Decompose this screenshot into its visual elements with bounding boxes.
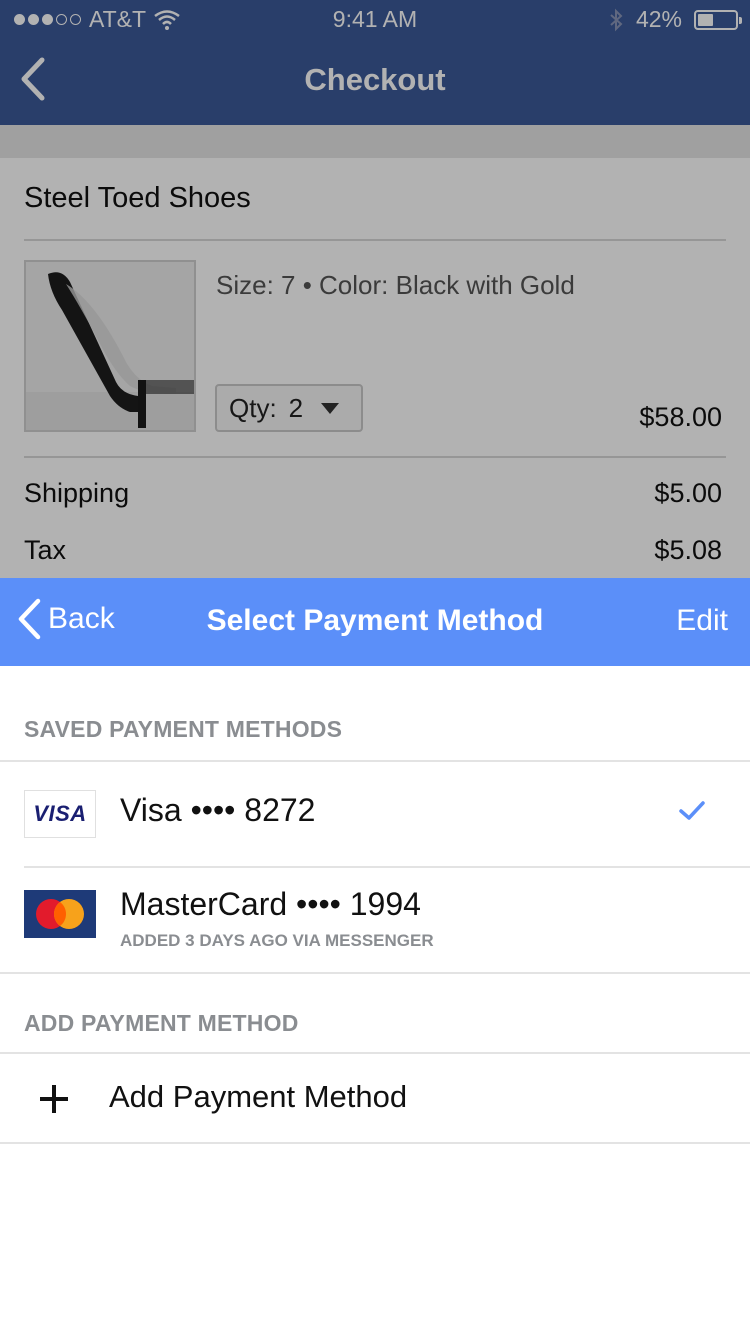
payment-title: Select Payment Method (206, 604, 544, 637)
visa-logo-text: VISA (33, 801, 87, 826)
payment-sheet: Back Select Payment Method Edit SAVED PA… (0, 578, 750, 1334)
method-subtitle: ADDED 3 DAYS AGO VIA MESSENGER (120, 931, 434, 950)
checkmark-icon (679, 801, 705, 820)
divider (0, 972, 750, 974)
saved-methods-header: SAVED PAYMENT METHODS (24, 716, 343, 742)
payment-nav-bar: Back Select Payment Method Edit (0, 578, 750, 666)
edit-button[interactable]: Edit (676, 604, 728, 638)
mastercard-logo (24, 890, 96, 938)
mastercard-circles (36, 899, 84, 929)
visa-logo: VISA (24, 790, 96, 838)
plus-icon (40, 1085, 68, 1113)
add-payment-method-row[interactable]: Add Payment Method (0, 1054, 750, 1142)
add-method-header: ADD PAYMENT METHOD (24, 1010, 299, 1036)
divider (0, 1142, 750, 1144)
checkout-screen: AT&T 9:41 AM 42% Checkout Steel Toed Sho… (0, 0, 750, 578)
add-payment-label: Add Payment Method (109, 1079, 408, 1114)
method-title: Visa •••• 8272 (120, 792, 316, 828)
payment-method-visa[interactable]: VISA Visa •••• 8272 (0, 762, 750, 866)
payment-method-mastercard[interactable]: MasterCard •••• 1994 ADDED 3 DAYS AGO VI… (0, 868, 750, 972)
method-title: MasterCard •••• 1994 (120, 886, 421, 922)
dim-overlay[interactable] (0, 0, 750, 578)
